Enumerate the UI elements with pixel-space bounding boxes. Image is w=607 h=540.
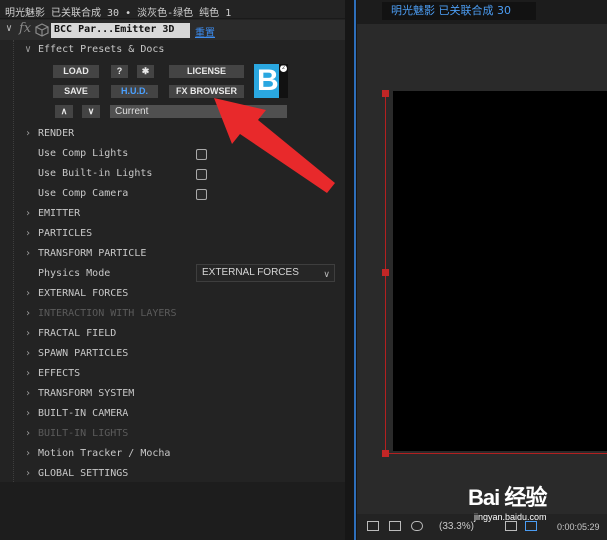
composition-canvas[interactable] <box>393 91 607 451</box>
property-label: TRANSFORM PARTICLE <box>38 248 147 259</box>
chevron-down-icon: ∨ <box>323 269 330 279</box>
property-group[interactable]: › BUILT-IN CAMERA <box>0 404 345 424</box>
property-label: Motion Tracker / Mocha <box>38 448 171 459</box>
chevron-right-icon[interactable]: › <box>25 428 31 439</box>
property-label: PARTICLES <box>38 228 93 239</box>
property-group[interactable]: › INTERACTION WITH LAYERS <box>0 304 345 324</box>
preset-current-field[interactable]: Current <box>110 105 287 118</box>
presets-label: Effect Presets & Docs <box>38 44 165 55</box>
layer-bound-bottom <box>385 453 607 454</box>
property-label: BUILT-IN LIGHTS <box>38 428 129 439</box>
chevron-down-icon[interactable]: ∨ <box>6 23 12 34</box>
panel-title: 明光魅影 已关联合成 30 • 淡灰色-绿色 纯色 1 <box>0 0 345 19</box>
property-group[interactable]: › SPAWN PARTICLES <box>0 344 345 364</box>
property-label: FRACTAL FIELD <box>38 328 117 339</box>
mask-icon[interactable] <box>411 521 423 531</box>
preset-prev-button[interactable]: ∧ <box>55 105 73 118</box>
chevron-right-icon[interactable]: › <box>25 248 31 259</box>
chevron-right-icon[interactable]: › <box>25 408 31 419</box>
property-label: BUILT-IN CAMERA <box>38 408 129 419</box>
property-row[interactable]: Use Built-in Lights <box>0 164 345 184</box>
settings-button[interactable]: ✱ <box>137 65 154 78</box>
property-label: SPAWN PARTICLES <box>38 348 129 359</box>
transform-handle[interactable] <box>382 269 389 276</box>
composition-panel: 明光魅影 已关联合成 30 (33.3%) 0:00:05:29 <box>357 0 607 540</box>
property-label: Use Comp Lights <box>38 148 129 159</box>
panel-divider[interactable] <box>345 0 357 540</box>
effect-name[interactable]: BCC Par...Emitter 3D <box>51 23 190 38</box>
chevron-right-icon[interactable]: › <box>25 388 31 399</box>
effect-header-row[interactable]: ∨ fx BCC Par...Emitter 3D 重置 <box>0 20 345 40</box>
property-group[interactable]: › GLOBAL SETTINGS <box>0 464 345 484</box>
property-checkbox[interactable] <box>196 149 207 160</box>
property-checkbox[interactable] <box>196 189 207 200</box>
property-label: Use Comp Camera <box>38 188 129 199</box>
preset-next-button[interactable]: ∨ <box>82 105 100 118</box>
physics-mode-value: EXTERNAL FORCES <box>202 267 299 278</box>
property-group[interactable]: › RENDER <box>0 124 345 144</box>
property-label: EFFECTS <box>38 368 81 379</box>
property-label: INTERACTION WITH LAYERS <box>38 308 177 319</box>
fx-browser-button[interactable]: FX BROWSER <box>169 85 244 98</box>
transform-handle[interactable] <box>382 450 389 457</box>
property-label: GLOBAL SETTINGS <box>38 468 129 479</box>
property-group[interactable]: › Motion Tracker / Mocha <box>0 444 345 464</box>
hud-button[interactable]: H.U.D. <box>111 85 158 98</box>
property-row[interactable]: Use Comp Camera <box>0 184 345 204</box>
property-checkbox[interactable] <box>196 169 207 180</box>
physics-mode-dropdown[interactable]: EXTERNAL FORCES ∨ <box>196 264 335 282</box>
chevron-right-icon[interactable]: › <box>25 348 31 359</box>
property-group[interactable]: › TRANSFORM PARTICLE <box>0 244 345 264</box>
property-group[interactable]: › TRANSFORM SYSTEM <box>0 384 345 404</box>
presets-group[interactable]: ∨ Effect Presets & Docs <box>0 40 345 60</box>
chevron-down-icon: ∨ <box>87 106 95 116</box>
transform-handle[interactable] <box>382 90 389 97</box>
bcc-logo[interactable]: B 2 <box>254 64 288 98</box>
logo-badge-icon: 2 <box>280 65 287 72</box>
chevron-right-icon[interactable]: › <box>25 368 31 379</box>
license-button[interactable]: LICENSE <box>169 65 244 78</box>
load-button[interactable]: LOAD <box>53 65 99 78</box>
property-group[interactable]: › FRACTAL FIELD <box>0 324 345 344</box>
panel-empty-area <box>0 482 345 540</box>
chevron-right-icon[interactable]: › <box>25 448 31 459</box>
preview-icon[interactable] <box>367 521 379 531</box>
property-label: EXTERNAL FORCES <box>38 288 129 299</box>
property-row[interactable]: Use Comp Lights <box>0 144 345 164</box>
save-button[interactable]: SAVE <box>53 85 99 98</box>
fx-icon[interactable]: fx <box>19 21 31 36</box>
active-panel-border <box>354 0 356 540</box>
property-label: TRANSFORM SYSTEM <box>38 388 135 399</box>
help-button[interactable]: ? <box>111 65 128 78</box>
chevron-right-icon[interactable]: › <box>25 308 31 319</box>
composition-tab[interactable]: 明光魅影 已关联合成 30 <box>382 2 536 20</box>
chevron-right-icon[interactable]: › <box>25 288 31 299</box>
reset-link[interactable]: 重置 <box>195 24 215 39</box>
effect-controls-panel: 明光魅影 已关联合成 30 • 淡灰色-绿色 纯色 1 ∨ fx BCC Par… <box>0 0 345 540</box>
composition-viewer[interactable] <box>357 24 607 514</box>
property-group[interactable]: › PARTICLES <box>0 224 345 244</box>
chevron-up-icon: ∧ <box>60 106 68 116</box>
cube-icon <box>35 23 49 37</box>
gear-icon: ✱ <box>141 66 150 76</box>
chevron-right-icon[interactable]: › <box>25 228 31 239</box>
chevron-right-icon[interactable]: › <box>25 468 31 479</box>
baidu-watermark: Bai 经验 jingyan.baidu.com <box>468 480 607 540</box>
property-group[interactable]: › EMITTER <box>0 204 345 224</box>
chevron-right-icon[interactable]: › <box>25 128 31 139</box>
chevron-right-icon[interactable]: › <box>25 208 31 219</box>
chevron-right-icon[interactable]: › <box>25 328 31 339</box>
property-group[interactable]: › BUILT-IN LIGHTS <box>0 424 345 444</box>
property-label: RENDER <box>38 128 75 139</box>
property-label: Physics Mode <box>38 268 111 279</box>
property-label: Use Built-in Lights <box>38 168 153 179</box>
monitor-icon[interactable] <box>389 521 401 531</box>
chevron-down-icon[interactable]: ∨ <box>25 44 31 55</box>
watermark-url: jingyan.baidu.com <box>474 512 547 522</box>
watermark-logo: Bai 经验 <box>468 485 547 510</box>
property-group[interactable]: › EFFECTS <box>0 364 345 384</box>
b-letter-icon: B <box>257 64 279 97</box>
property-label: EMITTER <box>38 208 81 219</box>
property-group[interactable]: › EXTERNAL FORCES <box>0 284 345 304</box>
